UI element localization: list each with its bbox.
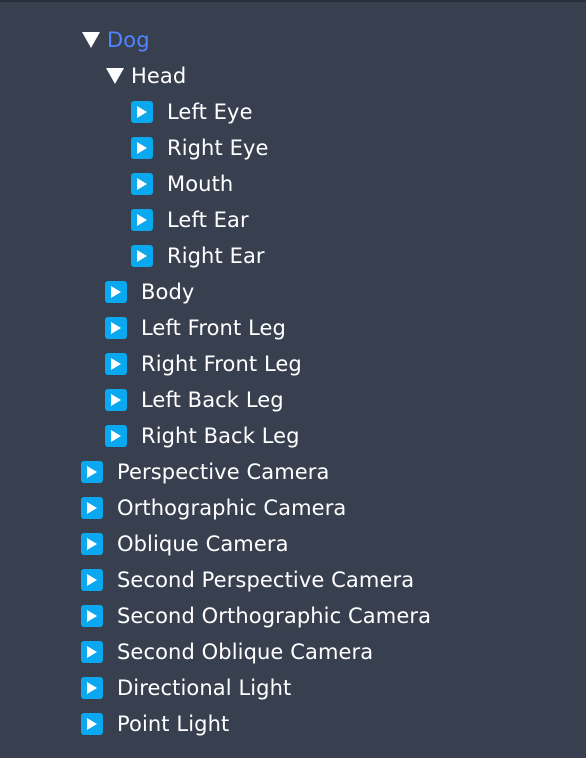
tree-node-label: Left Eye — [167, 100, 253, 124]
tree-node-label: Perspective Camera — [117, 460, 330, 484]
tree-node-label: Second Perspective Camera — [117, 568, 415, 592]
tree-node-label: Right Front Leg — [141, 352, 302, 376]
triangle-down-icon[interactable] — [105, 66, 125, 86]
tree-node-label: Right Ear — [167, 244, 265, 268]
tree-node-oblique-camera[interactable]: Oblique Camera — [0, 526, 431, 562]
play-square-icon[interactable] — [81, 569, 103, 591]
tree-node-right-back-leg[interactable]: Right Back Leg — [0, 418, 431, 454]
play-square-icon[interactable] — [81, 461, 103, 483]
tree-node-label: Mouth — [167, 172, 234, 196]
tree-node-perspective-camera[interactable]: Perspective Camera — [0, 454, 431, 490]
play-square-icon[interactable] — [131, 209, 153, 231]
play-square-icon[interactable] — [131, 137, 153, 159]
play-square-icon[interactable] — [81, 605, 103, 627]
tree-node-label: Right Back Leg — [141, 424, 300, 448]
tree-node-label: Second Orthographic Camera — [117, 604, 432, 628]
scene-tree-panel: Dog Head Left Eye Right Eye Mouth Left E… — [0, 0, 586, 758]
tree-node-label: Oblique Camera — [117, 532, 289, 556]
play-square-icon[interactable] — [131, 101, 153, 123]
play-square-icon[interactable] — [81, 533, 103, 555]
play-square-icon[interactable] — [105, 317, 127, 339]
play-square-icon[interactable] — [105, 281, 127, 303]
tree-node-label: Head — [131, 64, 187, 88]
tree-node-label: Directional Light — [117, 676, 292, 700]
tree-node-mouth[interactable]: Mouth — [0, 166, 431, 202]
tree-node-point-light[interactable]: Point Light — [0, 706, 431, 742]
tree-node-label: Point Light — [117, 712, 230, 736]
tree-node-right-eye[interactable]: Right Eye — [0, 130, 431, 166]
triangle-down-icon[interactable] — [81, 30, 101, 50]
tree-node-left-front-leg[interactable]: Left Front Leg — [0, 310, 431, 346]
play-square-icon[interactable] — [105, 353, 127, 375]
tree-node-label: Dog — [107, 28, 150, 52]
play-square-icon[interactable] — [81, 713, 103, 735]
tree-node-orthographic-camera[interactable]: Orthographic Camera — [0, 490, 431, 526]
tree-node-label: Left Front Leg — [141, 316, 286, 340]
play-square-icon[interactable] — [131, 245, 153, 267]
tree-node-second-oblique-camera[interactable]: Second Oblique Camera — [0, 634, 431, 670]
play-square-icon[interactable] — [131, 173, 153, 195]
tree-node-dog[interactable]: Dog — [0, 22, 431, 58]
tree-node-label: Orthographic Camera — [117, 496, 347, 520]
play-square-icon[interactable] — [81, 497, 103, 519]
tree-node-second-orthographic-camera[interactable]: Second Orthographic Camera — [0, 598, 431, 634]
tree-node-left-eye[interactable]: Left Eye — [0, 94, 431, 130]
play-square-icon[interactable] — [105, 425, 127, 447]
tree-node-label: Body — [141, 280, 195, 304]
tree-node-second-perspective-camera[interactable]: Second Perspective Camera — [0, 562, 431, 598]
tree-node-label: Right Eye — [167, 136, 269, 160]
tree-node-left-back-leg[interactable]: Left Back Leg — [0, 382, 431, 418]
tree-node-directional-light[interactable]: Directional Light — [0, 670, 431, 706]
play-square-icon[interactable] — [81, 641, 103, 663]
tree-node-right-front-leg[interactable]: Right Front Leg — [0, 346, 431, 382]
tree-node-label: Second Oblique Camera — [117, 640, 374, 664]
scene-tree: Dog Head Left Eye Right Eye Mouth Left E… — [0, 22, 431, 742]
play-square-icon[interactable] — [81, 677, 103, 699]
tree-node-head[interactable]: Head — [0, 58, 431, 94]
tree-node-label: Left Back Leg — [141, 388, 284, 412]
tree-node-label: Left Ear — [167, 208, 249, 232]
tree-node-right-ear[interactable]: Right Ear — [0, 238, 431, 274]
tree-node-left-ear[interactable]: Left Ear — [0, 202, 431, 238]
play-square-icon[interactable] — [105, 389, 127, 411]
tree-node-body[interactable]: Body — [0, 274, 431, 310]
